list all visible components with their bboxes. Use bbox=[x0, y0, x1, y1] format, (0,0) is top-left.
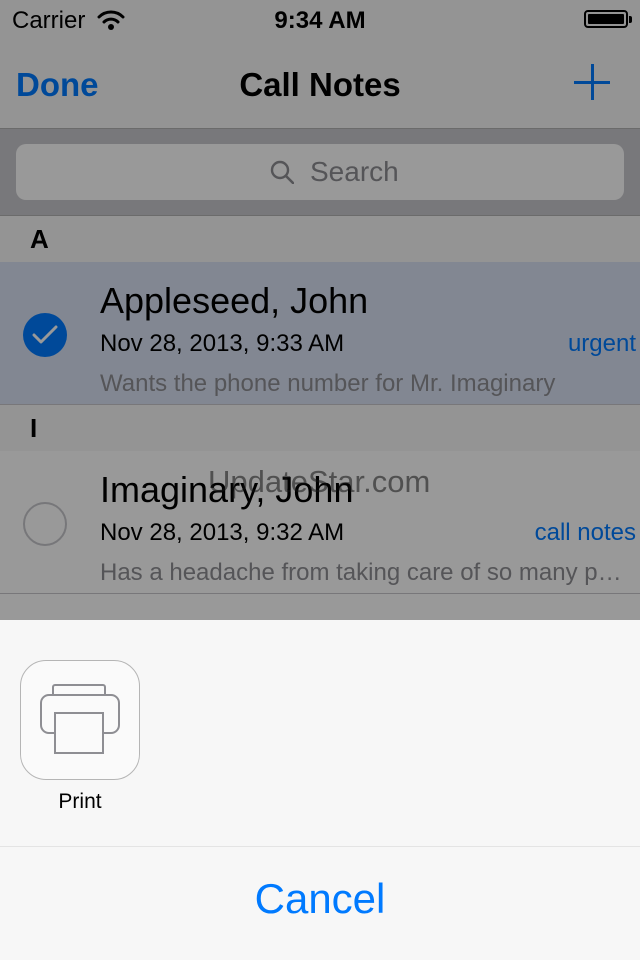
printer-icon[interactable] bbox=[20, 660, 140, 780]
watermark: UpdateStar.com bbox=[208, 464, 431, 499]
activity-label: Print bbox=[58, 790, 102, 813]
cancel-button[interactable]: Cancel bbox=[0, 847, 640, 960]
cancel-label: Cancel bbox=[254, 875, 386, 922]
dimming-overlay[interactable] bbox=[0, 0, 640, 620]
share-sheet: Print Cancel bbox=[0, 620, 640, 960]
print-activity-button[interactable]: Print bbox=[20, 660, 140, 814]
